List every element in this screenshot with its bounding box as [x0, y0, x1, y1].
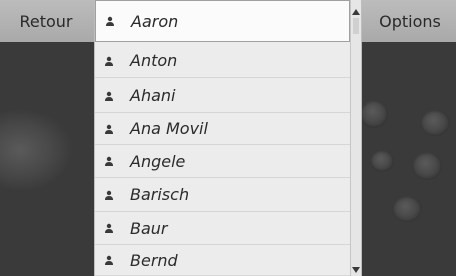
triangle-up-icon[interactable]: [352, 9, 360, 15]
contact-name: Ana Movil: [130, 119, 208, 138]
contact-name: Baur: [130, 218, 168, 238]
person-icon: [105, 56, 113, 66]
person-icon: [106, 16, 114, 26]
contact-item[interactable]: Ana Movil: [95, 113, 350, 145]
contact-name: Anton: [130, 51, 178, 70]
options-button[interactable]: Options: [364, 0, 456, 42]
contact-name: Ahani: [130, 86, 176, 105]
contact-item[interactable]: Bernd: [95, 245, 350, 276]
contact-item[interactable]: Aaron: [95, 0, 350, 42]
person-icon: [105, 124, 113, 134]
person-icon: [105, 223, 113, 233]
person-icon: [105, 190, 113, 200]
person-icon: [105, 255, 113, 265]
contact-item[interactable]: Ahani: [95, 79, 350, 113]
contact-name: Bernd: [130, 250, 178, 270]
control-knob: [420, 110, 450, 136]
contact-list[interactable]: Aaron Anton Ahani Ana Movil Angele Barisch Bau…: [95, 0, 361, 276]
contact-name: Aaron: [131, 11, 179, 31]
contact-item[interactable]: Anton: [95, 44, 350, 78]
contact-name: Barisch: [130, 185, 190, 204]
contact-name: Angele: [130, 151, 186, 171]
control-knob: [370, 150, 394, 172]
triangle-down-icon[interactable]: [352, 267, 360, 273]
control-knob: [392, 196, 422, 222]
contact-item[interactable]: Angele: [95, 145, 350, 178]
control-knob: [412, 152, 442, 180]
contact-item[interactable]: Barisch: [95, 178, 350, 212]
person-icon: [105, 91, 113, 101]
control-knob: [360, 100, 388, 128]
contact-item[interactable]: Baur: [95, 212, 350, 245]
scrollbar[interactable]: [350, 0, 361, 276]
back-button[interactable]: Retour: [0, 0, 92, 42]
contact-rows: Aaron Anton Ahani Ana Movil Angele Barisch Bau…: [95, 0, 350, 276]
scrollbar-thumb[interactable]: [353, 18, 359, 34]
person-icon: [105, 156, 113, 166]
